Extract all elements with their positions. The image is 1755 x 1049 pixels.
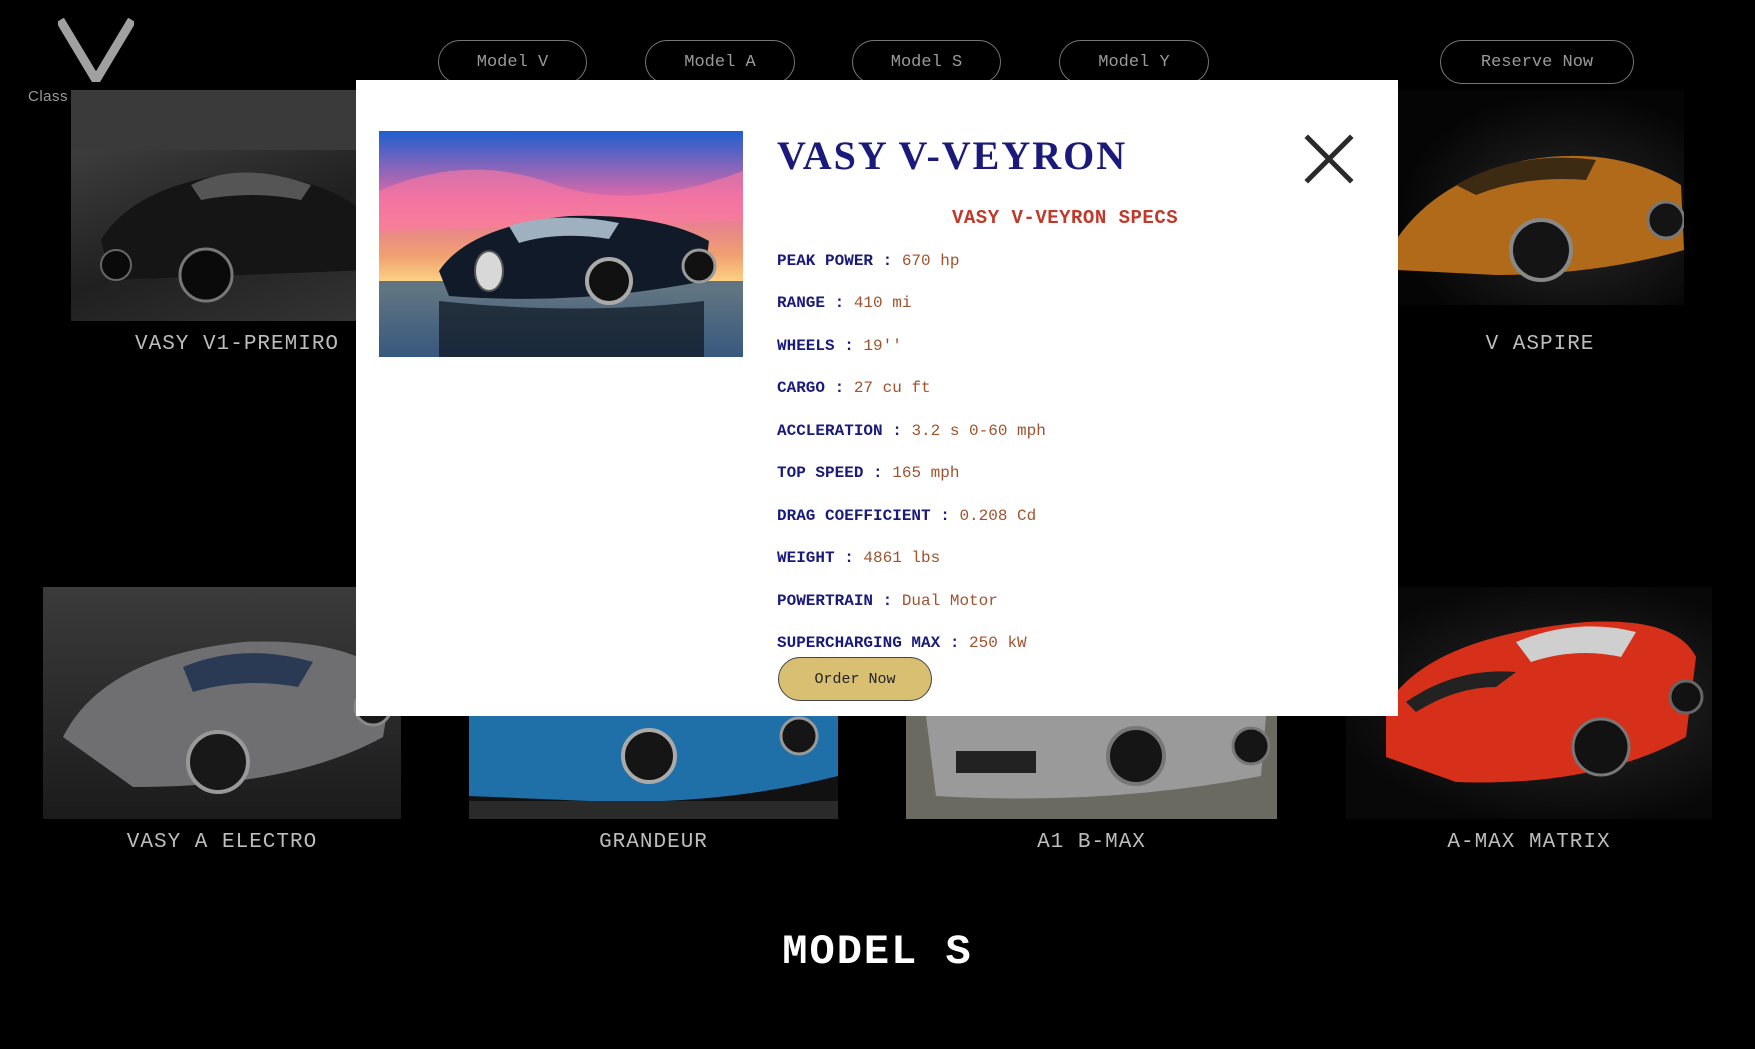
card-image-vasy-v1-premiro[interactable] xyxy=(71,90,371,321)
spec-row-supercharging-max: SUPERCHARGING MAX : 250 kW xyxy=(777,634,1027,652)
car-image xyxy=(379,131,743,357)
card-image-grandeur[interactable] xyxy=(469,716,838,819)
nav-model-a[interactable]: Model A xyxy=(645,40,795,84)
card-title-v-aspire: V ASPIRE xyxy=(1485,333,1595,356)
spec-row-powertrain: POWERTRAIN : Dual Motor xyxy=(777,592,998,610)
reserve-now-button[interactable]: Reserve Now xyxy=(1440,40,1634,84)
car-image xyxy=(71,90,371,303)
modal-car-image xyxy=(379,131,743,357)
nav-model-s[interactable]: Model S xyxy=(852,40,1001,84)
logo-v-icon xyxy=(58,18,134,82)
spec-value: 19'' xyxy=(863,337,902,355)
card-title-vasy-a-electro: VASY A ELECTRO xyxy=(126,831,318,854)
spec-row-top-speed: TOP SPEED : 165 mph xyxy=(777,464,960,482)
spec-value: 3.2 s 0-60 mph xyxy=(911,422,1046,440)
card-title-a1-b-max: A1 B-MAX xyxy=(1037,831,1146,854)
spec-row-cargo: CARGO : 27 cu ft xyxy=(777,379,931,397)
spec-value: 27 cu ft xyxy=(853,379,931,397)
car-image xyxy=(469,716,838,819)
spec-label: WHEELS xyxy=(777,337,835,355)
card-title-a-max-matrix: A-MAX MATRIX xyxy=(1447,831,1611,854)
spec-row-range: RANGE : 410 mi xyxy=(777,294,912,312)
spec-value: 410 mi xyxy=(853,294,912,312)
spec-row-weight: WEIGHT : 4861 lbs xyxy=(777,549,941,567)
spec-label: WEIGHT xyxy=(777,549,835,567)
spec-label: POWERTRAIN xyxy=(777,592,874,610)
spec-row-drag-coefficient: DRAG COEFFICIENT : 0.208 Cd xyxy=(777,507,1037,525)
spec-label: PEAK POWER xyxy=(777,252,874,270)
spec-row-acceleration: ACCLERATION : 3.2 s 0-60 mph xyxy=(777,422,1046,440)
spec-value: 4861 lbs xyxy=(863,549,941,567)
spec-value: 0.208 Cd xyxy=(959,507,1037,525)
car-image xyxy=(63,641,393,794)
card-title-grandeur: GRANDEUR xyxy=(599,831,708,854)
spec-label: ACCLERATION xyxy=(777,422,883,440)
spec-row-wheels: WHEELS : 19'' xyxy=(777,337,902,355)
spec-label: SUPERCHARGING MAX xyxy=(777,634,941,652)
spec-row-peak-power: PEAK POWER : 670 hp xyxy=(777,252,960,270)
order-now-button[interactable]: Order Now xyxy=(778,657,932,701)
car-image xyxy=(1396,155,1684,282)
card-image-v-aspire[interactable] xyxy=(1396,90,1684,305)
spec-label: DRAG COEFFICIENT xyxy=(777,507,931,525)
car-image xyxy=(1386,621,1704,783)
spec-value: 250 kW xyxy=(969,634,1027,652)
car-detail-modal: VASY V-VEYRON VASY V-VEYRON SPECS PEAK P… xyxy=(356,80,1398,716)
spec-label: TOP SPEED xyxy=(777,464,864,482)
spec-value: Dual Motor xyxy=(901,592,998,610)
card-image-a-max-matrix[interactable] xyxy=(1346,587,1712,819)
spec-label: CARGO xyxy=(777,379,826,397)
nav-model-y[interactable]: Model Y xyxy=(1059,40,1209,84)
card-image-vasy-a-electro[interactable] xyxy=(43,587,401,819)
card-title-vasy-v1-premiro: VASY V1-PREMIRO xyxy=(135,333,340,356)
nav-model-v[interactable]: Model V xyxy=(438,40,587,84)
section-title: MODEL S xyxy=(782,928,973,976)
car-image xyxy=(906,716,1277,819)
modal-title: VASY V-VEYRON xyxy=(777,133,1128,178)
spec-value: 165 mph xyxy=(892,464,960,482)
close-icon[interactable] xyxy=(1304,134,1354,184)
specs-heading: VASY V-VEYRON SPECS xyxy=(952,207,1179,229)
spec-value: 670 hp xyxy=(901,252,960,270)
card-image-a1-b-max[interactable] xyxy=(906,716,1277,819)
spec-label: RANGE xyxy=(777,294,826,312)
